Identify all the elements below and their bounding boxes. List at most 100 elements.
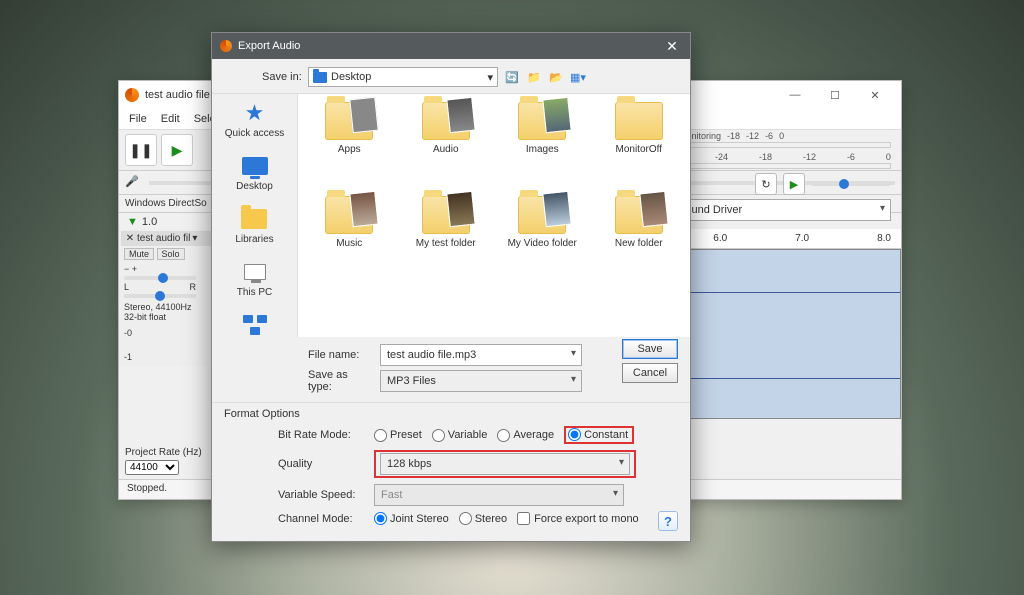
format-options-title: Format Options xyxy=(224,408,678,420)
folder-images[interactable]: Images xyxy=(495,102,590,194)
place-quick-access[interactable]: ★ Quick access xyxy=(225,100,284,139)
audacity-logo-icon xyxy=(125,88,139,102)
playback-meter: rt Monitoring -18 -12 -6 0 -30 -24 -18 -… xyxy=(671,131,891,173)
folder-my-video[interactable]: My Video folder xyxy=(495,196,590,288)
format-options-section: Format Options Bit Rate Mode: Preset Var… xyxy=(212,402,690,541)
force-mono-checkbox[interactable]: Force export to mono xyxy=(517,512,639,525)
bitrate-mode-variable[interactable]: Variable xyxy=(432,429,488,442)
bitrate-mode-average[interactable]: Average xyxy=(497,429,554,442)
play-button[interactable]: ▶ xyxy=(161,134,193,166)
folder-label: My Video folder xyxy=(508,238,577,249)
quality-label: Quality xyxy=(278,458,364,470)
bitrate-mode-label: Bit Rate Mode: xyxy=(278,429,364,441)
highlight-constant: Constant xyxy=(564,426,634,444)
file-name-input[interactable]: test audio file.mp3 xyxy=(380,344,582,366)
pc-icon xyxy=(244,264,266,280)
project-rate-label: Project Rate (Hz) xyxy=(125,447,202,458)
export-titlebar[interactable]: Export Audio ✕ xyxy=(212,33,690,59)
variable-speed-select: Fast xyxy=(374,484,624,506)
folder-new[interactable]: New folder xyxy=(592,196,687,288)
view-menu-button[interactable]: ▦▾ xyxy=(570,69,586,85)
gain-slider[interactable]: − + xyxy=(124,264,213,274)
loop-button[interactable]: ↻ xyxy=(755,173,777,195)
place-libraries[interactable]: Libraries xyxy=(235,206,273,245)
pause-button[interactable]: ❚❚ xyxy=(125,134,157,166)
channel-mode-label: Channel Mode: xyxy=(278,513,364,525)
chevron-down-icon: ▾ xyxy=(487,71,493,84)
nav-back-button[interactable]: 🔄 xyxy=(504,69,520,85)
window-maximize-button[interactable]: ☐ xyxy=(815,84,855,106)
collapse-icon[interactable]: ▼ xyxy=(127,216,138,228)
folder-label: Music xyxy=(336,238,362,249)
window-minimize-button[interactable]: — xyxy=(775,84,815,106)
monitor-icon xyxy=(242,157,268,175)
network-icon xyxy=(243,315,267,335)
output-device-select[interactable]: Sound Driver xyxy=(671,199,891,221)
channel-mode-row: Channel Mode: Joint Stereo Stereo Force … xyxy=(278,512,678,525)
track-format-line2: 32-bit float xyxy=(124,312,213,322)
microphone-icon: 🎤 xyxy=(125,175,139,190)
audacity-title: test audio file xyxy=(145,89,210,101)
track-control-panel: ✕ test audio fil ▾ Mute Solo − + L R Ste… xyxy=(119,229,219,366)
folder-monitoroff[interactable]: MonitorOff xyxy=(592,102,687,194)
menu-edit[interactable]: Edit xyxy=(161,113,180,125)
scrub-play-button[interactable]: ▶ xyxy=(783,173,805,195)
mute-button[interactable]: Mute xyxy=(124,248,154,260)
folder-apps[interactable]: Apps xyxy=(302,102,397,194)
save-in-label: Save in: xyxy=(262,71,302,83)
place-desktop[interactable]: Desktop xyxy=(236,153,273,192)
playback-speed-slider[interactable] xyxy=(811,182,891,186)
channel-mode-joint[interactable]: Joint Stereo xyxy=(374,512,449,525)
place-network[interactable]: Network xyxy=(236,312,273,337)
folder-label: MonitorOff xyxy=(616,144,663,155)
export-audio-dialog: Export Audio ✕ Save in: Desktop ▾ 🔄 📁 📂 … xyxy=(211,32,691,542)
file-browser-area[interactable]: Apps Audio Images MonitorOff Music My te… xyxy=(297,94,690,337)
track-format-line1: Stereo, 44100Hz xyxy=(124,302,213,312)
track-close-button[interactable]: ✕ xyxy=(125,234,135,244)
desktop-folder-icon xyxy=(313,72,327,83)
places-sidebar: ★ Quick access Desktop Libraries This PC… xyxy=(212,94,297,337)
variable-speed-label: Variable Speed: xyxy=(278,489,364,501)
bitrate-mode-preset[interactable]: Preset xyxy=(374,429,422,442)
dialog-close-button[interactable]: ✕ xyxy=(662,36,682,56)
save-as-type-label: Save as type: xyxy=(308,369,372,393)
star-icon: ★ xyxy=(240,100,270,126)
cancel-button[interactable]: Cancel xyxy=(622,363,678,383)
folder-music[interactable]: Music xyxy=(302,196,397,288)
solo-button[interactable]: Solo xyxy=(157,248,185,260)
save-in-select[interactable]: Desktop ▾ xyxy=(308,67,498,87)
folder-label: My test folder xyxy=(416,238,476,249)
channel-mode-stereo[interactable]: Stereo xyxy=(459,512,507,525)
track-name[interactable]: test audio fil xyxy=(137,233,190,244)
file-name-label: File name: xyxy=(308,349,372,361)
bitrate-mode-row: Bit Rate Mode: Preset Variable Average C… xyxy=(278,426,678,444)
folder-label: New folder xyxy=(615,238,663,249)
file-fields-section: Save Cancel File name: test audio file.m… xyxy=(212,337,690,402)
export-title: Export Audio xyxy=(238,40,300,52)
window-close-button[interactable]: ✕ xyxy=(855,84,895,106)
nav-up-button[interactable]: 📁 xyxy=(526,69,542,85)
folder-label: Apps xyxy=(338,144,361,155)
new-folder-button[interactable]: 📂 xyxy=(548,69,564,85)
place-this-pc[interactable]: This PC xyxy=(237,259,273,298)
folder-my-test[interactable]: My test folder xyxy=(399,196,494,288)
save-button[interactable]: Save xyxy=(622,339,678,359)
folder-label: Audio xyxy=(433,144,459,155)
menu-file[interactable]: File xyxy=(129,113,147,125)
bitrate-mode-constant[interactable]: Constant xyxy=(568,428,628,441)
folder-label: Images xyxy=(526,144,559,155)
help-button[interactable]: ? xyxy=(658,511,678,531)
quality-select[interactable]: 128 kbps xyxy=(380,453,630,475)
audacity-logo-icon xyxy=(220,40,232,52)
project-rate-select[interactable]: 44100 xyxy=(125,460,179,475)
quality-row: Quality 128 kbps xyxy=(278,450,678,478)
folder-icon xyxy=(241,209,267,229)
folder-audio[interactable]: Audio xyxy=(399,102,494,194)
right-transport-controls: ↻ ▶ xyxy=(755,173,891,195)
track-menu-icon[interactable]: ▾ xyxy=(192,233,197,244)
save-as-type-select[interactable]: MP3 Files xyxy=(380,370,582,392)
highlight-quality: 128 kbps xyxy=(374,450,636,478)
project-rate-section: Project Rate (Hz) 44100 xyxy=(125,447,202,475)
marker-a: 1.0 xyxy=(142,216,157,228)
variable-speed-row: Variable Speed: Fast xyxy=(278,484,678,506)
